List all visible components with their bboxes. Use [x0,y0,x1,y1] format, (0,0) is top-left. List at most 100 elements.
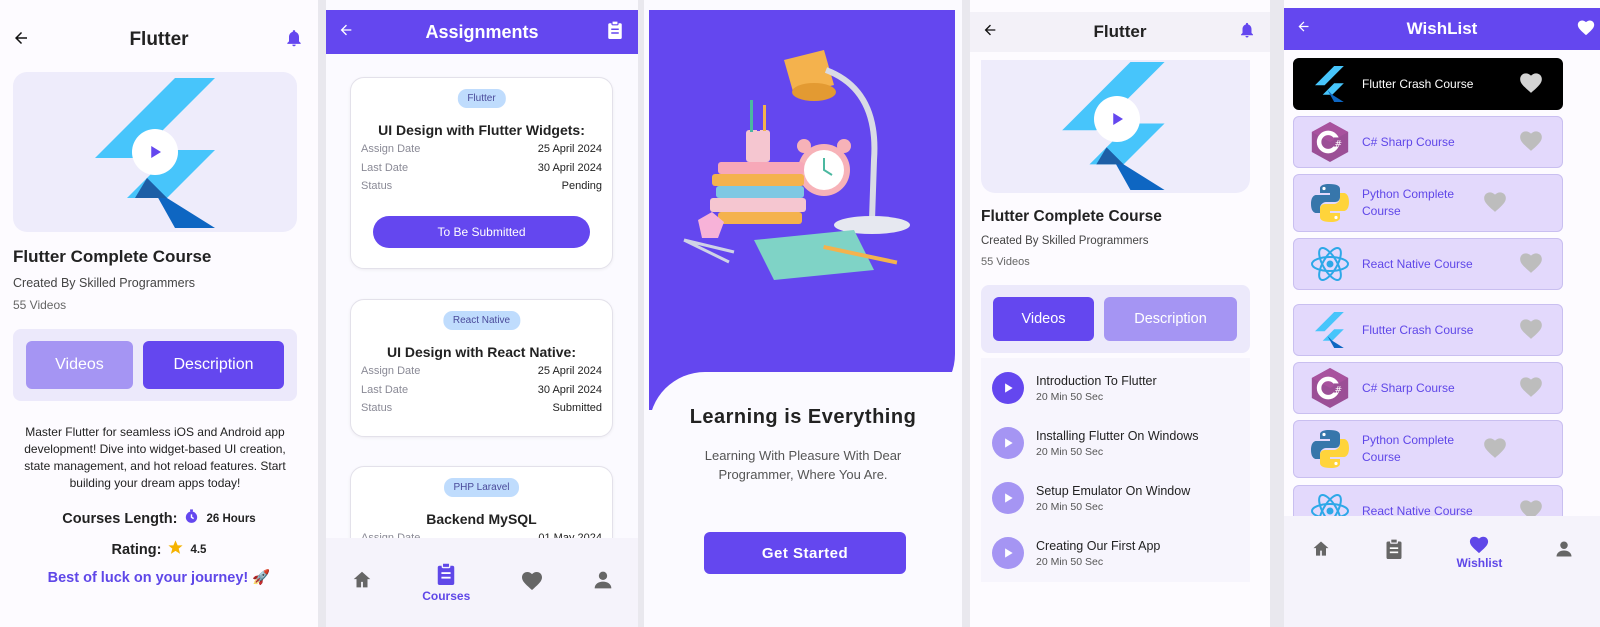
back-arrow-icon[interactable] [12,29,30,52]
nav-item-wishlist[interactable]: Wishlist [1457,534,1502,570]
csharp-logo-icon: # [1308,366,1352,410]
video-title: Installing Flutter On Windows [1036,428,1199,443]
rating-label: Rating: [111,541,162,558]
assign-date-value: 25 April 2024 [537,143,602,155]
clipboard-icon[interactable] [606,19,624,45]
tab-description[interactable]: Description [143,341,284,389]
react-logo-icon [1308,489,1352,516]
course-creator: Created By Skilled Programmers [13,276,196,290]
assignment-card[interactable]: React Native UI Design with React Native… [350,299,613,437]
wishlist-item[interactable]: Flutter Crash Course [1293,58,1563,110]
video-list-item[interactable]: Introduction To Flutter 20 Min 50 Sec [992,368,1240,408]
last-date-label: Last Date [361,162,409,174]
last-date-label: Last Date [361,384,409,396]
course-detail-screen: Flutter Flutter Complete Course Created … [0,0,318,627]
course-creator: Created By Skilled Programmers [981,235,1149,247]
play-button[interactable] [132,129,178,175]
wishlist-item[interactable]: # C# Sharp Course [1293,362,1563,414]
video-list-item[interactable]: Installing Flutter On Windows 20 Min 50 S… [992,423,1240,463]
back-arrow-icon[interactable] [982,22,998,43]
video-count: 55 Videos [13,298,67,312]
play-icon [1005,548,1013,558]
closing-message: Best of luck on your journey! 🚀 [47,570,271,586]
home-icon[interactable] [1311,539,1331,564]
app-bar: Flutter [0,22,318,58]
wishlist-item-label: Flutter Crash Course [1362,76,1474,91]
flutter-logo-icon [1308,308,1352,352]
assign-date-row: Assign Date 25 April 2024 [361,143,602,155]
wishlist-item-label: Flutter Crash Course [1362,322,1474,337]
profile-icon[interactable] [1555,540,1573,563]
heart-icon[interactable] [1482,189,1508,218]
clipboard-icon [437,562,455,585]
onboarding-subtitle: Learning With Pleasure With Dear Program… [704,448,902,482]
heart-icon[interactable] [1518,497,1544,516]
course-tag: Flutter [457,89,506,108]
video-duration: 20 Min 50 Sec [1036,390,1104,403]
app-bar: Assignments [326,10,638,54]
tab-description[interactable]: Description [1104,297,1237,341]
nav-label-courses: Courses [422,589,471,603]
bell-icon[interactable] [1238,21,1256,44]
to-be-submitted-button[interactable]: To Be Submitted [373,216,590,248]
get-started-button[interactable]: Get Started [704,532,906,574]
wishlist-item-label: C# Sharp Course [1362,134,1455,149]
heart-icon [1470,536,1489,553]
home-icon[interactable] [351,569,373,596]
rating-value: 4.5 [190,543,207,556]
wishlist-item[interactable]: # C# Sharp Course [1293,116,1563,168]
heart-icon[interactable] [1518,250,1544,279]
wishlist-screen: WishList Flutter Crash Course # C# Sharp… [1284,0,1600,627]
play-button[interactable] [992,482,1024,514]
wishlist-list: Flutter Crash Course # C# Sharp Course P… [1284,0,1600,516]
course-length-row: Courses Length: 26 Hours [0,508,318,529]
wishlist-item-label: React Native Course [1362,256,1473,271]
stopwatch-icon [183,508,200,529]
bell-icon[interactable] [284,28,304,53]
status-value: Pending [561,180,602,192]
heart-icon[interactable] [1518,128,1544,157]
clipboard-icon[interactable] [1384,538,1404,565]
video-list: Introduction To Flutter 20 Min 50 Sec Ins… [981,358,1250,582]
nav-item-courses[interactable]: Courses [422,562,470,603]
heart-icon[interactable] [1518,70,1544,99]
tab-videos[interactable]: Videos [26,341,133,389]
tab-videos[interactable]: Videos [993,297,1094,341]
heart-icon[interactable] [1518,374,1544,403]
csharp-logo-icon: # [1308,120,1352,164]
svg-text:#: # [1335,386,1343,396]
profile-icon[interactable] [593,570,613,595]
back-arrow-icon[interactable] [338,22,354,43]
assignment-card[interactable]: Flutter UI Design with Flutter Widgets: … [350,77,613,269]
star-icon [167,539,184,560]
status-row: Status Pending [361,180,602,192]
course-video-thumbnail[interactable] [981,60,1250,193]
play-button[interactable] [1094,96,1140,142]
video-count: 55 Videos [981,256,1030,268]
wishlist-item[interactable]: Python Complete Course [1293,420,1563,478]
play-button[interactable] [992,427,1024,459]
wishlist-item[interactable]: Flutter Crash Course [1293,304,1563,356]
heart-icon[interactable] [520,569,544,596]
play-icon [151,146,161,158]
wishlist-item-label: Python Complete Course [1362,433,1455,464]
play-button[interactable] [992,537,1024,569]
wishlist-item-label: Python Complete Course [1362,187,1455,218]
play-button[interactable] [992,372,1024,404]
course-length-value: 26 Hours [206,512,256,525]
video-list-item[interactable]: Setup Emulator On Window 20 Min 50 Sec [992,478,1240,518]
wishlist-item[interactable]: React Native Course [1293,238,1563,290]
heart-icon[interactable] [1482,435,1508,464]
bottom-navigation: Courses [326,538,638,627]
wishlist-item[interactable]: React Native Course [1293,485,1563,516]
last-date-row: Last Date 30 April 2024 [361,162,602,174]
video-title: Introduction To Flutter [1036,373,1157,388]
status-label: Status [361,180,393,192]
react-logo-icon [1308,242,1352,286]
heart-icon[interactable] [1518,316,1544,345]
wishlist-item[interactable]: Python Complete Course [1293,174,1563,232]
last-date-value: 30 April 2024 [537,162,602,174]
course-video-thumbnail[interactable] [13,72,297,232]
assign-date-label: Assign Date [361,365,421,377]
video-list-item[interactable]: Creating Our First App 20 Min 50 Sec [992,533,1240,573]
